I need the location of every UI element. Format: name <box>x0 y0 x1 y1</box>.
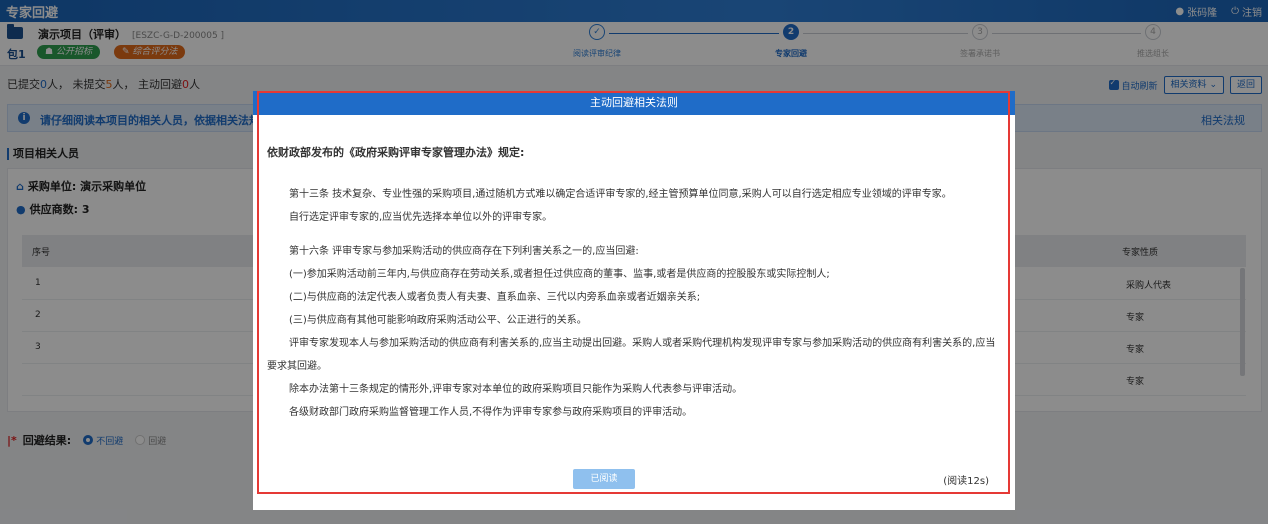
paragraph: (一)参加采购活动前三年内,与供应商存在劳动关系,或者担任过供应商的董事、监事,… <box>289 269 830 280</box>
paragraph: 除本办法第十三条规定的情形外,评审专家对本单位的政府采购项目只能作为采购人代表参… <box>289 384 743 395</box>
paragraph: 第十六条 评审专家与参加采购活动的供应商存在下列利害关系之一的,应当回避: <box>289 246 639 257</box>
read-confirm-button[interactable]: 已阅读 <box>573 469 635 489</box>
paragraph: 各级财政部门政府采购监督管理工作人员,不得作为评审专家参与政府采购项目的评审活动… <box>289 407 693 418</box>
paragraph: (二)与供应商的法定代表人或者负责人有夫妻、直系血亲、三代以内旁系血亲或者近姻亲… <box>289 292 701 303</box>
read-countdown: (阅读12s) <box>943 476 989 487</box>
paragraph: 自行选定评审专家的,应当优先选择本单位以外的评审专家。 <box>289 212 553 223</box>
modal-body: 依财政部发布的《政府采购评审专家管理办法》规定: 第十三条 技术复杂、专业性强的… <box>267 141 997 424</box>
modal-heading: 依财政部发布的《政府采购评审专家管理办法》规定: <box>267 146 525 159</box>
paragraph: 评审专家发现本人与参加采购活动的供应商有利害关系的,应当主动提出回避。采购人或者… <box>267 338 996 372</box>
paragraph: (三)与供应商有其他可能影响政府采购活动公平、公正进行的关系。 <box>289 315 587 326</box>
regulations-modal: 主动回避相关法则 依财政部发布的《政府采购评审专家管理办法》规定: 第十三条 技… <box>253 91 1015 510</box>
paragraph: 第十三条 技术复杂、专业性强的采购项目,通过随机方式难以确定合适评审专家的,经主… <box>289 189 952 200</box>
